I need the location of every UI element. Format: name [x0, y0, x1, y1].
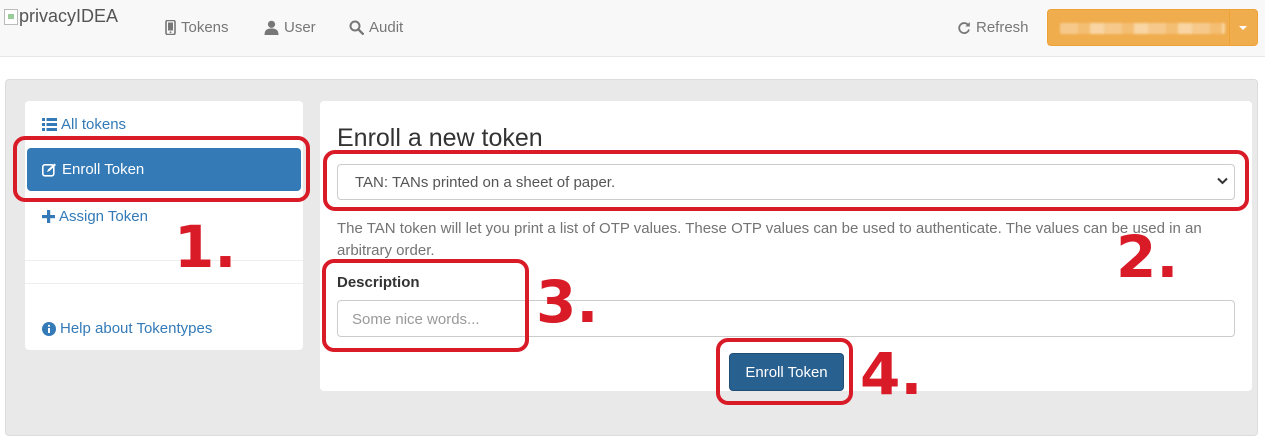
annotation-number-4: 4.	[860, 340, 923, 408]
sidebar-item-label: Enroll Token	[62, 161, 145, 178]
navbar: privacyIDEA Tokens User Audit Refresh	[0, 0, 1265, 57]
caret-down-icon[interactable]	[1239, 26, 1247, 30]
brand-text: privacyIDEA	[19, 6, 119, 26]
edit-icon	[42, 163, 56, 177]
enroll-panel: Enroll a new token TAN: TANs printed on …	[320, 101, 1252, 391]
plus-icon	[42, 210, 55, 223]
info-circle-icon	[42, 321, 56, 336]
description-placeholder: Some nice words...	[352, 311, 480, 328]
user-icon	[264, 20, 279, 35]
enroll-token-button[interactable]: Enroll Token	[729, 353, 844, 391]
token-type-select[interactable]: TAN: TANs printed on a sheet of paper.	[337, 164, 1235, 200]
sidebar-divider	[25, 283, 303, 284]
annotation-number-2: 2.	[1116, 223, 1179, 291]
token-type-description: The TAN token will let you print a list …	[337, 220, 1202, 259]
refresh-label: Refresh	[976, 19, 1029, 36]
search-icon	[349, 20, 364, 35]
sidebar-item-label: All tokens	[61, 116, 127, 133]
sidebar: All tokens Enroll Token Assign Token Hel…	[25, 101, 303, 350]
sidebar-item-enroll-token[interactable]: Enroll Token	[27, 148, 301, 191]
nav-user[interactable]: User	[264, 19, 316, 36]
token-type-selected-value: TAN: TANs printed on a sheet of paper.	[355, 174, 616, 191]
description-input[interactable]: Some nice words...	[337, 300, 1235, 337]
brand-logo[interactable]: privacyIDEA	[4, 6, 118, 27]
nav-audit[interactable]: Audit	[349, 19, 403, 36]
sidebar-item-label: Help about Tokentypes	[60, 320, 213, 337]
refresh-icon	[958, 21, 970, 34]
nav-tokens[interactable]: Tokens	[165, 19, 229, 36]
user-menu-button[interactable]	[1047, 9, 1258, 46]
chevron-down-icon	[1217, 177, 1228, 185]
annotation-number-1: 1.	[174, 213, 237, 281]
enroll-token-button-label: Enroll Token	[745, 363, 828, 381]
description-label: Description	[337, 274, 420, 291]
sidebar-item-assign-token[interactable]: Assign Token	[42, 208, 148, 225]
list-icon	[42, 118, 57, 131]
mobile-icon	[165, 20, 176, 35]
sidebar-divider	[25, 260, 303, 261]
sidebar-item-help-tokentypes[interactable]: Help about Tokentypes	[42, 320, 212, 337]
nav-tokens-label: Tokens	[181, 19, 229, 36]
sidebar-item-all-tokens[interactable]: All tokens	[42, 116, 126, 133]
redacted-username	[1060, 23, 1225, 34]
nav-user-label: User	[284, 19, 316, 36]
page-title: Enroll a new token	[337, 124, 543, 152]
annotation-number-3: 3.	[536, 268, 599, 336]
refresh-button[interactable]: Refresh	[957, 19, 1029, 36]
button-divider	[1229, 10, 1230, 45]
sidebar-item-label: Assign Token	[59, 208, 148, 225]
nav-audit-label: Audit	[369, 19, 404, 36]
broken-image-icon	[4, 8, 18, 25]
